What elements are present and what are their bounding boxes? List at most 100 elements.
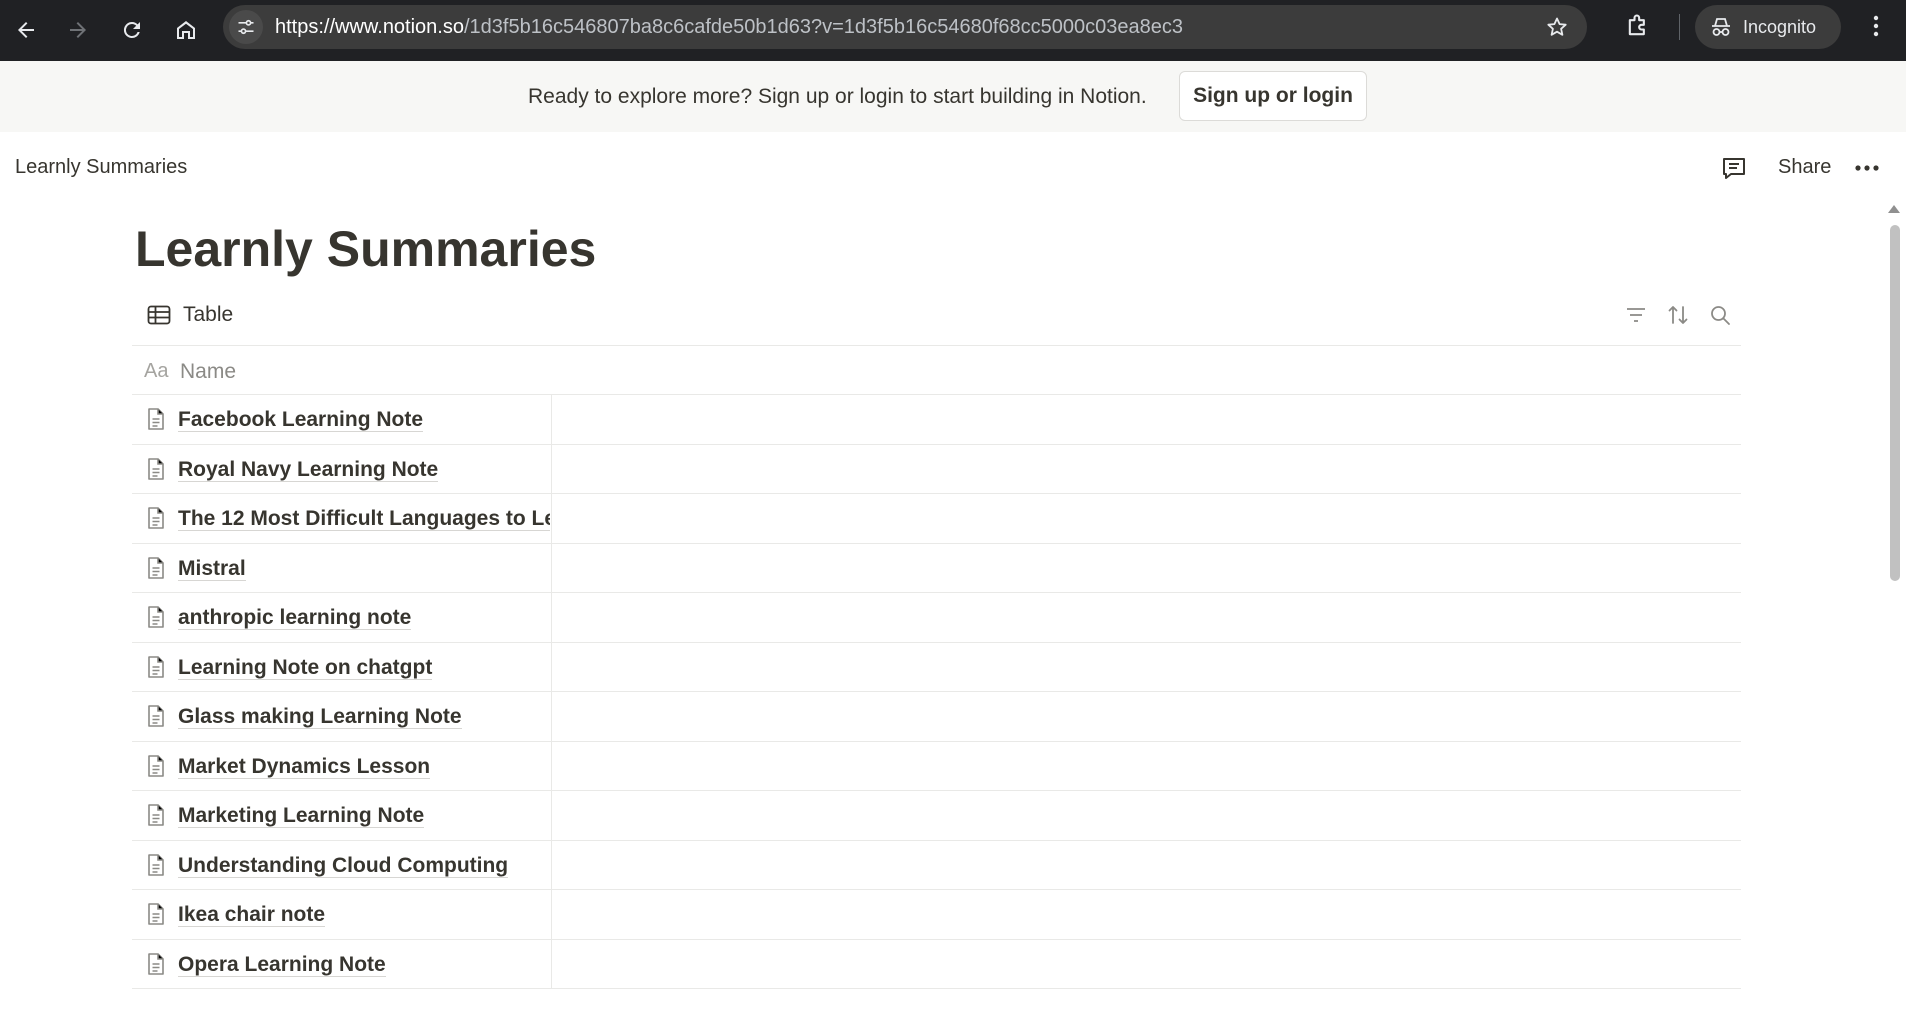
cell-divider — [551, 642, 552, 691]
row-title-text: Market Dynamics Lesson — [178, 754, 431, 779]
search-icon[interactable] — [1708, 303, 1732, 327]
scroll-up-arrow[interactable] — [1888, 205, 1900, 213]
row-title[interactable]: Marketing Learning Note — [178, 804, 550, 828]
row-title[interactable]: Facebook Learning Note — [178, 408, 550, 432]
row-title-text: Mistral — [178, 556, 246, 581]
row-title[interactable]: Royal Navy Learning Note — [178, 457, 550, 482]
document-icon — [148, 507, 164, 529]
table-row[interactable]: Royal Navy Learning Note — [132, 444, 1741, 494]
cell-divider — [551, 543, 552, 592]
puzzle-icon[interactable] — [1624, 12, 1652, 40]
document-icon — [148, 606, 164, 628]
signup-banner: Ready to explore more? Sign up or login … — [0, 61, 1906, 132]
address-bar[interactable]: https://www.notion.so/1d3f5b16c546807ba8… — [223, 5, 1587, 49]
banner-message: Ready to explore more? Sign up or login … — [528, 85, 1147, 108]
cell-divider — [551, 444, 552, 493]
row-title[interactable]: Mistral — [178, 556, 550, 581]
document-icon — [148, 655, 164, 678]
text-property-icon: Aa — [144, 360, 169, 382]
url-text: https://www.notion.so/1d3f5b16c546807ba8… — [275, 16, 1183, 39]
arrow-left-icon — [18, 22, 34, 38]
site-info-button[interactable] — [229, 10, 263, 44]
view-tab-label: Table — [183, 303, 234, 326]
table-row[interactable]: Marketing Learning Note — [132, 791, 1741, 841]
breadcrumb[interactable]: Learnly Summaries — [15, 156, 187, 179]
row-title-text: The 12 Most Difficult Languages to Learn — [178, 507, 550, 531]
row-title[interactable]: Glass making Learning Note — [178, 705, 550, 729]
row-title-text: Royal Navy Learning Note — [178, 457, 439, 482]
toolbar-divider — [1679, 14, 1680, 40]
url-host: https://www.notion.so — [275, 15, 464, 38]
url-path: /1d3f5b16c546807ba8c6cafde50b1d63?v=1d3f… — [463, 15, 1183, 38]
table-row[interactable]: Learning Note on chatgpt — [132, 642, 1741, 692]
cell-divider — [551, 494, 552, 543]
row-title-text: Understanding Cloud Computing — [178, 853, 509, 878]
document-icon — [148, 556, 164, 579]
database-table: Aa Name Facebook Learning Note Royal Nav… — [132, 346, 1741, 989]
document-icon — [148, 457, 164, 480]
page-scrollbar[interactable] — [1888, 205, 1902, 1021]
cell-divider — [551, 395, 552, 444]
filter-icon[interactable] — [1624, 303, 1648, 327]
document-icon — [148, 705, 164, 727]
document-icon — [148, 952, 164, 975]
home-icon — [177, 21, 195, 39]
table-row[interactable]: Market Dynamics Lesson — [132, 741, 1741, 791]
row-title-text: Marketing Learning Note — [178, 804, 425, 828]
comment-icon[interactable] — [1720, 154, 1748, 182]
kebab-icon[interactable] — [1864, 12, 1888, 40]
row-title[interactable]: Understanding Cloud Computing — [178, 853, 550, 878]
incognito-icon — [1712, 18, 1730, 36]
row-title[interactable]: The 12 Most Difficult Languages to Learn — [178, 507, 550, 531]
cell-divider — [551, 890, 552, 939]
table-row[interactable]: The 12 Most Difficult Languages to Learn — [132, 494, 1741, 544]
back-button[interactable] — [8, 12, 44, 48]
cell-divider — [551, 939, 552, 988]
row-title-text: Opera Learning Note — [178, 952, 386, 977]
reload-icon — [123, 21, 140, 38]
document-icon — [148, 408, 164, 430]
share-button[interactable]: Share — [1778, 156, 1831, 179]
table-row[interactable]: anthropic learning note — [132, 593, 1741, 643]
sort-icon[interactable] — [1666, 303, 1690, 327]
star-icon[interactable] — [1545, 15, 1569, 39]
table-row[interactable]: Understanding Cloud Computing — [132, 840, 1741, 890]
table-row[interactable]: Opera Learning Note — [132, 939, 1741, 989]
document-icon — [148, 903, 164, 925]
table-row[interactable]: Glass making Learning Note — [132, 692, 1741, 742]
row-title-text: Learning Note on chatgpt — [178, 655, 433, 680]
table-row[interactable]: Facebook Learning Note — [132, 395, 1741, 445]
table-body: Facebook Learning Note Royal Navy Learni… — [132, 395, 1741, 989]
incognito-label: Incognito — [1743, 16, 1817, 37]
cell-divider — [551, 791, 552, 840]
page-topbar: Learnly Summaries Share — [0, 132, 1906, 202]
row-title[interactable]: Market Dynamics Lesson — [178, 754, 550, 779]
tune-icon — [238, 19, 254, 35]
row-title[interactable]: anthropic learning note — [178, 606, 550, 630]
document-icon — [148, 754, 164, 777]
row-title-text: anthropic learning note — [178, 606, 412, 630]
scroll-thumb[interactable] — [1890, 225, 1900, 581]
home-button[interactable] — [168, 12, 204, 48]
forward-button[interactable] — [60, 12, 96, 48]
view-tab-table[interactable]: Table — [147, 303, 233, 327]
cell-divider — [551, 840, 552, 889]
row-title[interactable]: Learning Note on chatgpt — [178, 655, 550, 680]
row-title[interactable]: Opera Learning Note — [178, 952, 550, 977]
column-header-name[interactable]: Name — [180, 360, 236, 384]
row-title-text: Glass making Learning Note — [178, 705, 462, 729]
row-title-text: Facebook Learning Note — [178, 408, 424, 432]
more-horizontal-icon[interactable] — [1854, 158, 1880, 178]
document-icon — [148, 804, 164, 826]
reload-button[interactable] — [114, 12, 150, 48]
table-row[interactable]: Mistral — [132, 543, 1741, 593]
document-icon — [148, 853, 164, 876]
browser-toolbar: https://www.notion.so/1d3f5b16c546807ba8… — [0, 0, 1906, 61]
table-icon — [147, 305, 171, 325]
incognito-badge[interactable]: Incognito — [1695, 5, 1841, 49]
cell-divider — [551, 692, 552, 741]
cell-divider — [551, 593, 552, 642]
table-row[interactable]: Ikea chair note — [132, 890, 1741, 940]
row-title[interactable]: Ikea chair note — [178, 903, 550, 927]
signup-button[interactable]: Sign up or login — [1179, 71, 1367, 121]
